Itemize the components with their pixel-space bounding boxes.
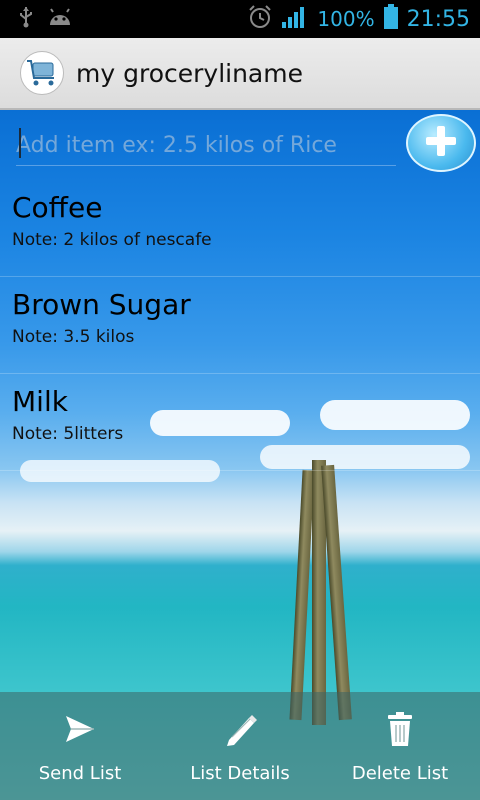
- delete-list-label: Delete List: [351, 762, 449, 784]
- status-bar: 100% 21:55: [0, 0, 480, 38]
- usb-icon: [18, 6, 34, 32]
- item-note: Note: 2 kilos of nescafe: [12, 230, 212, 250]
- background-pier-post: [289, 469, 315, 721]
- delete-list-button[interactable]: Delete List: [320, 692, 480, 800]
- battery-percent: 100%: [317, 7, 375, 31]
- grocery-list: Coffee Note: 2 kilos of nescafe Brown Su…: [0, 180, 480, 471]
- action-bar: my groceryliname: [0, 38, 480, 110]
- add-item-input[interactable]: [16, 126, 396, 166]
- clock: 21:55: [406, 6, 470, 32]
- alarm-icon: [247, 4, 273, 34]
- list-item[interactable]: Coffee Note: 2 kilos of nescafe: [0, 180, 480, 277]
- item-note: Note: 5litters: [12, 424, 124, 444]
- android-icon: [48, 8, 72, 30]
- text-cursor: [19, 128, 21, 158]
- battery-icon: [383, 4, 399, 34]
- item-name: Coffee: [12, 191, 103, 224]
- item-name: Brown Sugar: [12, 288, 191, 321]
- send-list-button[interactable]: Send List: [0, 692, 160, 800]
- app-title: my groceryliname: [76, 58, 303, 88]
- send-icon: [64, 709, 96, 749]
- bottom-action-bar: Send List List Details Delete List: [0, 692, 480, 800]
- add-item-button[interactable]: [406, 114, 476, 172]
- shopping-cart-icon[interactable]: [20, 51, 64, 95]
- signal-icon: [281, 5, 309, 33]
- list-item[interactable]: Milk Note: 5litters: [0, 374, 480, 471]
- item-note: Note: 3.5 kilos: [12, 327, 135, 347]
- plus-icon: [424, 124, 458, 162]
- add-item-row: [0, 110, 480, 180]
- pencil-icon: [221, 709, 259, 749]
- list-details-label: List Details: [190, 762, 290, 784]
- list-item[interactable]: Brown Sugar Note: 3.5 kilos: [0, 277, 480, 374]
- item-name: Milk: [12, 385, 68, 418]
- trash-icon: [386, 709, 414, 749]
- send-list-label: Send List: [38, 762, 122, 784]
- list-details-button[interactable]: List Details: [160, 692, 320, 800]
